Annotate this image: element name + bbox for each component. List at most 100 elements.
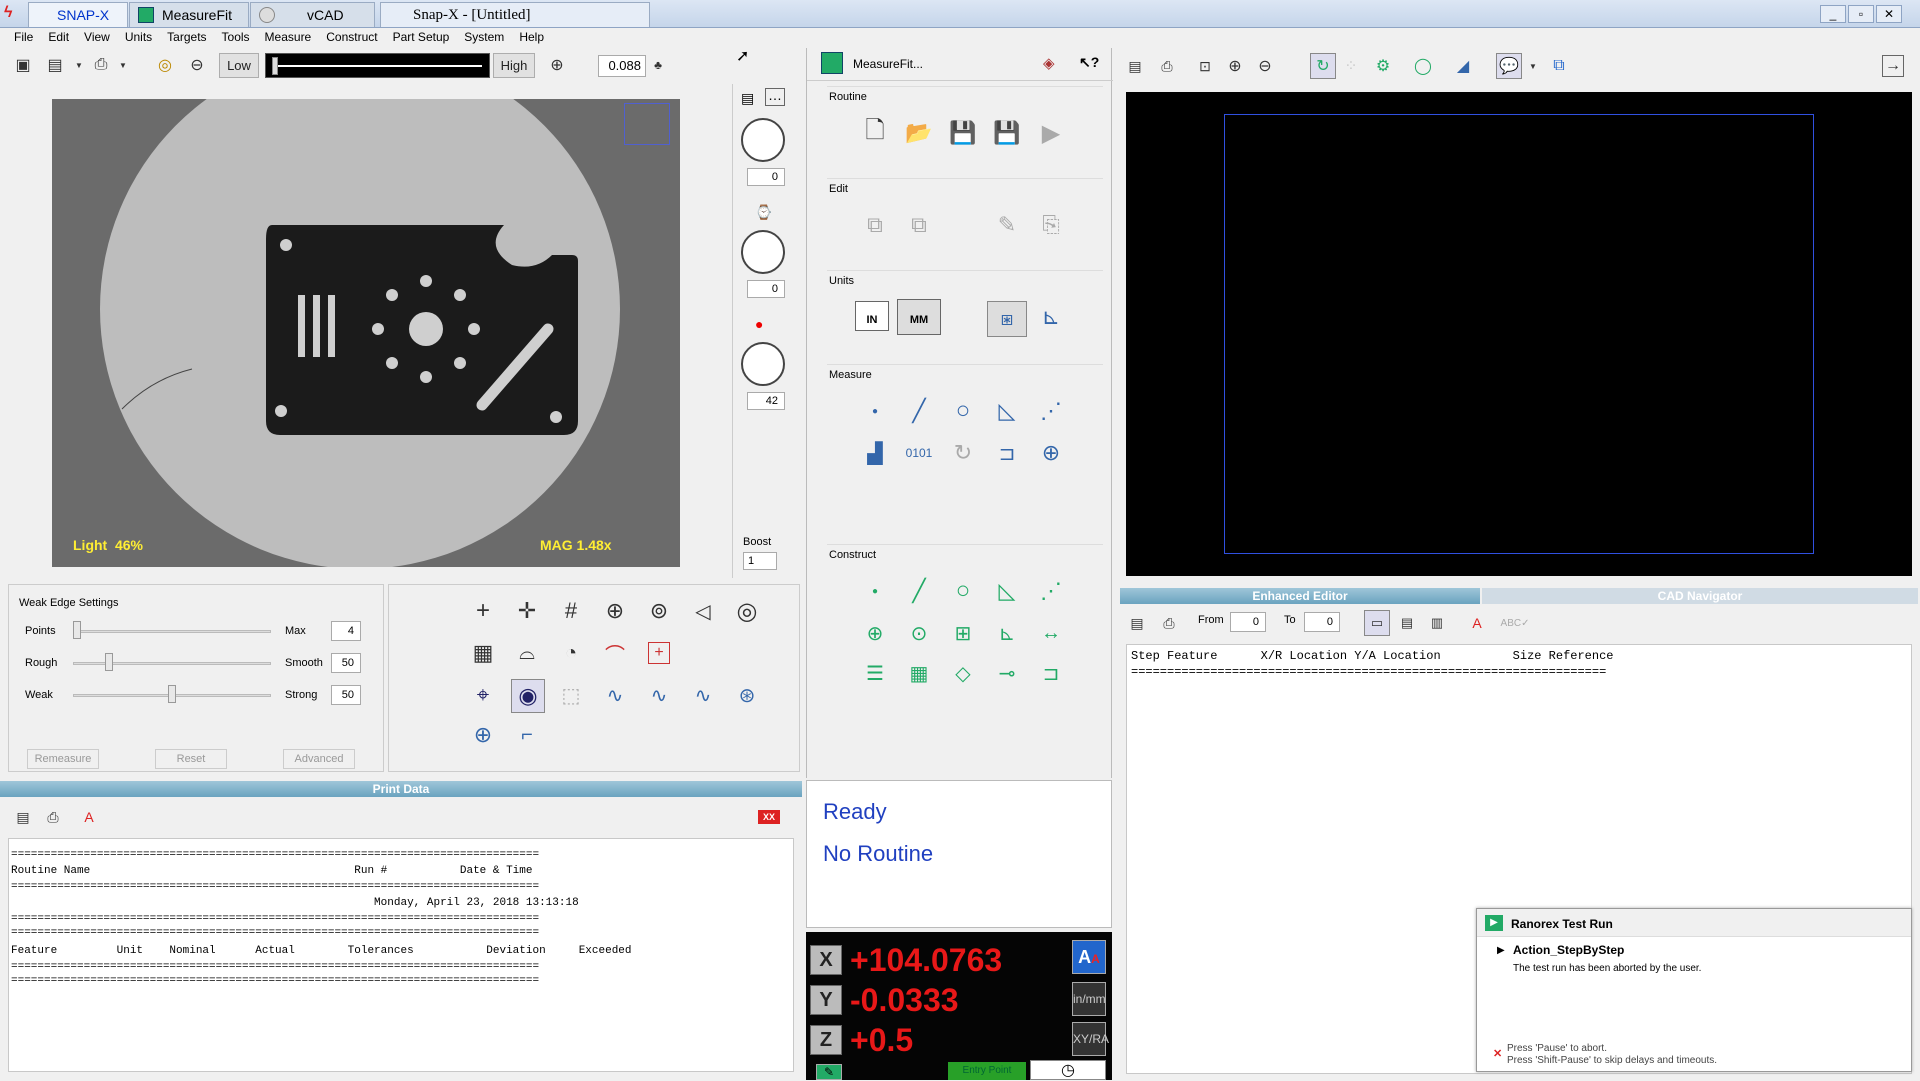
refresh-icon[interactable]: ↻ xyxy=(1310,53,1336,79)
export-icon[interactable]: ▤ xyxy=(12,806,34,828)
autofocus-icon[interactable]: ◎ xyxy=(154,54,176,76)
rotate-icon[interactable]: ↻ xyxy=(949,439,977,467)
profile-icon[interactable]: ⊐ xyxy=(993,439,1021,467)
save-as-routine-icon[interactable]: 💾 xyxy=(993,119,1021,147)
more-options-icon[interactable]: … xyxy=(765,88,785,106)
measure-triangle-icon[interactable]: ◢ xyxy=(1452,55,1474,77)
menu-measure[interactable]: Measure xyxy=(265,30,312,44)
single-page-icon[interactable]: ▭ xyxy=(1364,610,1390,636)
edge-value-field[interactable]: 50 xyxy=(331,653,361,673)
circle-probe-icon[interactable]: ⊛ xyxy=(733,681,761,709)
print-icon[interactable]: ⎙ xyxy=(1158,612,1180,634)
clock-icon[interactable]: ◷ xyxy=(1030,1060,1106,1080)
dial-1-icon[interactable] xyxy=(741,118,785,162)
high-button[interactable]: High xyxy=(493,53,535,78)
protractor-icon[interactable]: ◔ xyxy=(557,639,585,667)
clear-xx-icon[interactable]: XX xyxy=(758,810,780,824)
red-light-icon[interactable]: ● xyxy=(755,316,763,332)
circle-center-icon[interactable]: ⊕ xyxy=(1037,439,1065,467)
menu-part-setup[interactable]: Part Setup xyxy=(393,30,450,44)
tab-enhanced-editor[interactable]: Enhanced Editor xyxy=(1120,588,1480,604)
circle-target-icon[interactable]: ⊚ xyxy=(645,597,673,625)
dense-grid-icon[interactable]: ▦ xyxy=(469,639,497,667)
font-icon[interactable]: A xyxy=(1466,612,1488,634)
dial-2-icon[interactable] xyxy=(741,230,785,274)
help-icon[interactable]: ↖? xyxy=(1079,54,1099,71)
font-icon[interactable]: A xyxy=(78,806,100,828)
construct-decision-icon[interactable]: ◇ xyxy=(949,659,977,687)
target-crosshair-icon[interactable]: ✛ xyxy=(513,597,541,625)
menu-view[interactable]: View xyxy=(84,30,110,44)
slider-thumb[interactable] xyxy=(272,57,278,75)
low-button[interactable]: Low xyxy=(219,53,259,78)
paste-icon[interactable]: ⧉ xyxy=(905,211,933,239)
point-target-icon[interactable]: ⌖ xyxy=(469,681,497,709)
to-field[interactable]: 0 xyxy=(1304,612,1340,632)
list-view-icon[interactable]: ▥ xyxy=(1426,612,1448,634)
wave-edge-3-icon[interactable]: ∿ xyxy=(689,681,717,709)
page-view-icon[interactable]: ▤ xyxy=(1396,612,1418,634)
construct-width-icon[interactable]: ↔ xyxy=(1037,619,1065,647)
close-button[interactable]: ✕ xyxy=(1876,5,1902,23)
edge-slider-track[interactable] xyxy=(73,630,271,633)
save-image-icon[interactable]: ▤ xyxy=(44,54,66,76)
inch-units-button[interactable]: IN xyxy=(855,301,889,331)
open-routine-icon[interactable]: 📂 xyxy=(905,119,933,147)
zoom-in-icon[interactable]: ⊕ xyxy=(546,54,568,76)
dropdown-arrow-icon[interactable]: ▼ xyxy=(68,54,90,76)
export-icon[interactable]: ▤ xyxy=(1124,55,1146,77)
points-icon[interactable]: ⁘ xyxy=(1340,55,1362,77)
entry-point-button[interactable]: Entry Point xyxy=(948,1062,1026,1080)
cad-view[interactable] xyxy=(1126,92,1912,576)
construct-point-icon[interactable]: ● xyxy=(861,577,889,605)
copy-icon[interactable]: ⧉ xyxy=(861,211,889,239)
zoom-fit-icon[interactable]: ⊡ xyxy=(1194,55,1216,77)
construct-bolt-circle-icon[interactable]: ⊕ xyxy=(861,619,889,647)
construct-intersect-icon[interactable]: ⊸ xyxy=(993,659,1021,687)
construct-circle-icon[interactable]: ○ xyxy=(949,577,977,605)
edge-slider-thumb[interactable] xyxy=(105,653,113,671)
zoom-out-icon[interactable]: ⊖ xyxy=(1254,55,1276,77)
3d-coords-icon[interactable]: ⧆ xyxy=(987,301,1027,337)
box-select-icon[interactable]: ⬚ xyxy=(557,681,585,709)
construct-profile-icon[interactable]: ⊐ xyxy=(1037,659,1065,687)
line-measure-icon[interactable]: ╱ xyxy=(905,397,933,425)
construct-slot-icon[interactable]: ⊙ xyxy=(905,619,933,647)
tab-cad-navigator[interactable]: CAD Navigator xyxy=(1482,588,1918,604)
axes-icon[interactable]: ⊾ xyxy=(1037,303,1065,331)
light-icon[interactable]: ⌚ xyxy=(755,204,772,221)
point-measure-icon[interactable]: ● xyxy=(861,397,889,425)
tab-snapx[interactable]: SNAP-X xyxy=(28,2,128,27)
mm-units-button[interactable]: MM xyxy=(897,299,941,335)
run-routine-icon[interactable]: ▶ xyxy=(1037,119,1065,147)
menu-edit[interactable]: Edit xyxy=(48,30,69,44)
edge-value-field[interactable]: 50 xyxy=(331,685,361,705)
construct-angle-icon[interactable]: ◺ xyxy=(993,577,1021,605)
exit-icon[interactable]: → xyxy=(1882,55,1904,77)
circle-plus-icon[interactable]: ⊕ xyxy=(601,597,629,625)
wave-edge-icon[interactable]: ∿ xyxy=(601,681,629,709)
reset-button[interactable]: Reset xyxy=(155,749,227,769)
comment-icon[interactable]: 💬 xyxy=(1496,53,1522,79)
save-routine-icon[interactable]: 💾 xyxy=(949,119,977,147)
pen-icon[interactable]: ✎ xyxy=(816,1064,842,1080)
red-plus-box-icon[interactable]: + xyxy=(648,642,670,664)
dial-3-value[interactable]: 42 xyxy=(747,392,785,410)
zoom-value-field[interactable]: 0.088 xyxy=(598,55,646,77)
print-icon[interactable]: ⎙ xyxy=(90,54,112,76)
dial-1-value[interactable]: 0 xyxy=(747,168,785,186)
print-icon[interactable]: ⎙ xyxy=(1156,55,1178,77)
z-axis-label[interactable]: Z xyxy=(810,1025,842,1055)
maximize-button[interactable]: ▫ xyxy=(1848,5,1874,23)
menu-targets[interactable]: Targets xyxy=(167,30,206,44)
tab-measurefit[interactable]: MeasureFit xyxy=(129,2,249,27)
construct-distance-icon[interactable]: ⋰ xyxy=(1037,577,1065,605)
export-icon[interactable]: ▤ xyxy=(1126,612,1148,634)
construct-grid-icon[interactable]: ▦ xyxy=(905,659,933,687)
minimize-button[interactable]: _ xyxy=(1820,5,1846,23)
from-field[interactable]: 0 xyxy=(1230,612,1266,632)
dropdown-arrow-icon[interactable]: ▼ xyxy=(1522,55,1544,77)
angle-icon[interactable]: ◁ xyxy=(689,597,717,625)
menu-system[interactable]: System xyxy=(464,30,504,44)
construct-pattern-icon[interactable]: ⊞ xyxy=(949,619,977,647)
